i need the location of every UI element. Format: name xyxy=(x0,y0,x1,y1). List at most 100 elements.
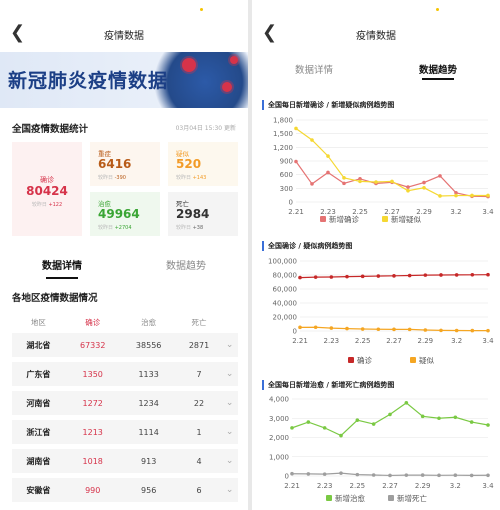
data-point xyxy=(390,179,394,184)
data-point xyxy=(406,185,410,189)
tab-trends[interactable]: 数据趋势 xyxy=(124,257,248,272)
region-cell: 河南省 xyxy=(12,391,65,415)
cured-cell: 1114 xyxy=(120,420,177,444)
data-point xyxy=(376,274,381,278)
chevron-down-icon[interactable]: ⌄ xyxy=(221,420,238,444)
dead-delta: +38 xyxy=(192,225,204,231)
data-point xyxy=(437,473,441,478)
suspected-value: 520 xyxy=(176,157,202,171)
data-point xyxy=(310,182,314,186)
data-point xyxy=(339,471,343,475)
data-point xyxy=(407,327,412,332)
table-row[interactable]: 湖南省 1018 913 4 ⌄ xyxy=(12,449,238,473)
data-point xyxy=(406,188,410,193)
chart-new-cured-dead: 0 1,000 2,000 3,000 4,000 2.21 2.23 2.25 2.27 2.2… xyxy=(269,396,494,504)
x-tick-label: 2.23 xyxy=(324,337,340,345)
region-cell: 浙江省 xyxy=(12,420,65,444)
cured-cell: 1234 xyxy=(120,391,177,415)
data-point xyxy=(342,181,346,186)
cured-cell: 38556 xyxy=(120,333,177,357)
col-region: 地区 xyxy=(30,317,46,327)
data-point xyxy=(438,174,442,178)
data-point xyxy=(294,159,298,164)
confirmed-cell: 1350 xyxy=(64,362,121,386)
region-heading: 各地区疫情数据情况 xyxy=(12,293,98,304)
chevron-down-icon[interactable]: ⌄ xyxy=(221,478,238,502)
chevron-down-icon[interactable]: ⌄ xyxy=(221,333,238,357)
table-row[interactable]: 广东省 1350 1133 7 ⌄ xyxy=(12,362,238,386)
severe-delta: -390 xyxy=(114,175,126,181)
x-tick-label: 3.2 xyxy=(450,208,461,216)
data-point xyxy=(374,180,378,184)
table-row[interactable]: 浙江省 1213 1114 1 ⌄ xyxy=(12,420,238,444)
confirmed-cell: 1213 xyxy=(64,420,121,444)
legend-swatch xyxy=(382,216,388,222)
y-tick-label: 0 xyxy=(289,199,293,207)
y-tick-label: 100,000 xyxy=(268,258,297,266)
col-expand xyxy=(221,316,238,328)
chevron-down-icon[interactable]: ⌄ xyxy=(221,391,238,415)
dead-cell: 4 xyxy=(176,449,222,473)
region-cell: 广东省 xyxy=(12,362,65,386)
data-point xyxy=(345,326,349,331)
data-point xyxy=(454,193,458,198)
y-tick-label: 300 xyxy=(280,185,293,193)
legend-label: 确诊 xyxy=(357,355,372,365)
tab-underline xyxy=(46,277,78,279)
y-tick-label: 900 xyxy=(280,158,293,166)
cured-cell: 913 xyxy=(120,449,177,473)
tab-trends-label: 数据趋势 xyxy=(418,65,457,76)
col-dead: 死亡 xyxy=(191,317,207,327)
data-point xyxy=(329,275,334,279)
data-point xyxy=(453,415,458,420)
cured-cell: 956 xyxy=(120,478,177,502)
data-point xyxy=(470,193,474,198)
chart3-title: 全国每日新增治愈 / 新增死亡病例趋势图 xyxy=(262,380,394,390)
data-point xyxy=(486,272,490,277)
tab-details[interactable]: 数据详情 xyxy=(0,257,124,279)
confirmed-cell: 67332 xyxy=(64,333,121,357)
data-point xyxy=(453,473,458,477)
legend-swatch xyxy=(320,216,326,222)
tab-trends[interactable]: 数据趋势 xyxy=(376,62,500,80)
tab-underline xyxy=(422,78,454,80)
data-point xyxy=(486,473,490,478)
data-point xyxy=(310,138,314,142)
dead-cell: 2871 xyxy=(176,333,222,357)
y-tick-label: 2,000 xyxy=(269,434,289,442)
tab-details[interactable]: 数据详情 xyxy=(252,62,376,76)
legend-label: 新增疑似 xyxy=(391,214,421,224)
col-cured: 治愈 xyxy=(141,317,157,327)
table-row[interactable]: 安徽省 990 956 6 ⌄ xyxy=(12,478,238,502)
data-point xyxy=(326,154,330,158)
chart-total-confirmed-suspected: 0 20,000 40,000 60,000 80,000 100,000 2.21 2.23… xyxy=(268,258,494,366)
table-row[interactable]: 湖北省 67332 38556 2871 ⌄ xyxy=(12,333,238,357)
cured-sub-label: 较昨日 xyxy=(98,225,114,231)
severe-value: 6416 xyxy=(98,157,132,171)
data-point xyxy=(454,273,459,277)
y-tick-label: 3,000 xyxy=(269,415,289,423)
chevron-down-icon[interactable]: ⌄ xyxy=(221,449,238,473)
data-point xyxy=(486,193,490,198)
y-tick-label: 1,500 xyxy=(273,130,293,138)
confirmed-delta: +122 xyxy=(48,202,63,208)
data-point xyxy=(392,274,396,278)
data-point xyxy=(469,473,474,478)
y-tick-label: 600 xyxy=(280,171,293,179)
data-point xyxy=(423,273,428,277)
col-confirmed: 确诊 xyxy=(85,317,101,327)
data-point xyxy=(355,472,360,477)
y-tick-label: 1,000 xyxy=(269,453,289,461)
data-point xyxy=(454,328,459,333)
right-screen: ❮ 疫情数据 数据详情 数据趋势 全国每日新增确诊 / 新增疑似病例趋势图 0 3… xyxy=(252,0,500,510)
x-tick-label: 3.2 xyxy=(450,482,461,490)
severe-card: 重症 6416 较昨日 -390 xyxy=(90,142,160,186)
x-tick-label: 2.21 xyxy=(284,482,300,490)
data-point xyxy=(404,473,409,477)
data-point xyxy=(392,327,396,332)
chevron-down-icon[interactable]: ⌄ xyxy=(221,362,238,386)
table-row[interactable]: 河南省 1272 1234 22 ⌄ xyxy=(12,391,238,415)
left-topbar: ❮ 疫情数据 xyxy=(0,0,248,50)
banner: 新冠肺炎疫情数据 xyxy=(0,52,248,108)
right-topbar: ❮ 疫情数据 xyxy=(252,0,500,50)
